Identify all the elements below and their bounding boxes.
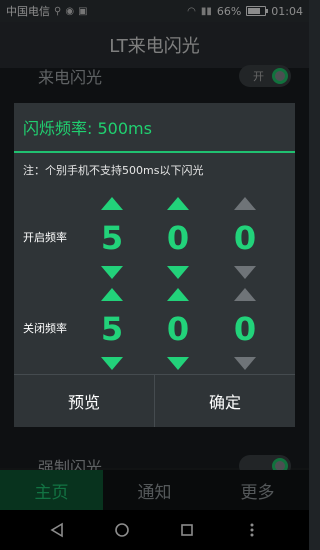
on-frequency-row: 开启频率 5 0 0 xyxy=(14,195,295,281)
increment-arrow-icon xyxy=(234,288,256,301)
decrement-arrow-icon xyxy=(234,266,256,279)
dialog-button-bar: 预览 确定 xyxy=(14,374,295,427)
off-digit-ones: 0 xyxy=(230,286,260,372)
increment-arrow-icon xyxy=(234,197,256,210)
off-frequency-label: 关闭频率 xyxy=(23,322,67,335)
increment-arrow-icon[interactable] xyxy=(101,197,123,210)
decrement-arrow-icon[interactable] xyxy=(101,357,123,370)
decrement-arrow-icon[interactable] xyxy=(101,266,123,279)
frequency-dialog: 闪烁频率: 500ms 注：个别手机不支持500ms以下闪光 开启频率 5 0 … xyxy=(14,103,295,427)
digit-value: 0 xyxy=(233,219,257,257)
off-frequency-row: 关闭频率 5 0 0 xyxy=(14,286,295,372)
digit-value: 0 xyxy=(233,310,257,348)
digit-value: 0 xyxy=(166,310,190,348)
increment-arrow-icon[interactable] xyxy=(167,197,189,210)
increment-arrow-icon[interactable] xyxy=(101,288,123,301)
on-digit-hundreds: 5 xyxy=(97,195,127,281)
increment-arrow-icon[interactable] xyxy=(167,288,189,301)
dialog-title: 闪烁频率: 500ms xyxy=(14,103,295,153)
digit-value: 5 xyxy=(100,219,124,257)
digit-value: 0 xyxy=(166,219,190,257)
decrement-arrow-icon[interactable] xyxy=(167,266,189,279)
confirm-button[interactable]: 确定 xyxy=(154,375,295,427)
on-digit-ones: 0 xyxy=(230,195,260,281)
off-digit-tens: 0 xyxy=(163,286,193,372)
decrement-arrow-icon[interactable] xyxy=(167,357,189,370)
dialog-note: 注：个别手机不支持500ms以下闪光 xyxy=(23,164,204,177)
decrement-arrow-icon xyxy=(234,357,256,370)
on-frequency-label: 开启频率 xyxy=(23,231,67,244)
preview-button[interactable]: 预览 xyxy=(14,375,154,427)
digit-value: 5 xyxy=(100,310,124,348)
on-digit-tens: 0 xyxy=(163,195,193,281)
off-digit-hundreds: 5 xyxy=(97,286,127,372)
